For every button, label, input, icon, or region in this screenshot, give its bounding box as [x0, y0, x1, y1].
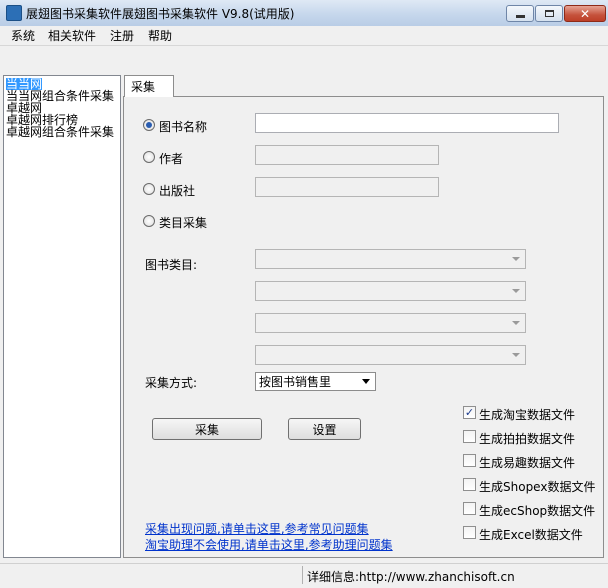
checkbox-eachnet-label: 生成易趣数据文件 [479, 456, 576, 470]
close-icon: ✕ [579, 6, 591, 21]
category-select-4[interactable] [255, 345, 526, 365]
minimize-button[interactable] [506, 5, 534, 22]
radio-category[interactable] [143, 215, 155, 227]
menu-separator [0, 45, 608, 46]
mode-select-value: 按图书销售里 [259, 375, 332, 389]
mode-select[interactable]: 按图书销售里 [255, 372, 376, 391]
collect-button[interactable]: 采集 [152, 418, 262, 440]
status-text: 详细信息:http://www.zhanchisoft.cn [307, 570, 515, 584]
mode-label: 采集方式: [145, 376, 198, 390]
checkbox-shopex-label: 生成Shopex数据文件 [479, 480, 596, 494]
radio-author[interactable] [143, 151, 155, 163]
category-select-3[interactable] [255, 313, 526, 333]
radio-publisher-label: 出版社 [159, 184, 196, 198]
radio-author-label: 作者 [159, 152, 184, 166]
checkbox-paipai[interactable] [463, 430, 476, 443]
checkbox-paipai-label: 生成拍拍数据文件 [479, 432, 576, 446]
checkbox-excel[interactable] [463, 526, 476, 539]
assistant-faq-link[interactable]: 淘宝助理不会使用,请单击这里,参考助理问题集 [145, 536, 393, 553]
chevron-down-icon [512, 257, 520, 261]
checkbox-ecshop-label: 生成ecShop数据文件 [479, 504, 596, 518]
faq-link[interactable]: 采集出现问题,请单击这里,参考常见问题集 [145, 520, 369, 537]
radio-publisher[interactable] [143, 183, 155, 195]
category-select-1[interactable] [255, 249, 526, 269]
close-button[interactable]: ✕ [564, 5, 606, 22]
window-title: 展翅图书采集软件展翅图书采集软件 V9.8(试用版) [26, 7, 295, 21]
radio-book-title[interactable] [143, 119, 155, 131]
maximize-icon [544, 10, 554, 17]
status-bar [0, 563, 608, 588]
chevron-down-icon [362, 379, 370, 384]
author-input[interactable] [255, 145, 439, 165]
tree-item-joyo-combo[interactable]: 卓越网组合条件采集 [6, 126, 114, 138]
maximize-button[interactable] [535, 5, 563, 22]
settings-button[interactable]: 设置 [288, 418, 361, 440]
menu-help[interactable]: 帮助 [148, 27, 172, 44]
checkbox-taobao-label: 生成淘宝数据文件 [479, 408, 576, 422]
tab-collect[interactable]: 采集 [124, 75, 174, 97]
checkbox-shopex[interactable] [463, 478, 476, 491]
checkbox-excel-label: 生成Excel数据文件 [479, 528, 583, 542]
publisher-input[interactable] [255, 177, 439, 197]
category-label: 图书类目: [145, 258, 198, 272]
book-title-input[interactable] [255, 113, 559, 133]
status-divider [302, 566, 303, 584]
radio-category-label: 类目采集 [159, 216, 208, 230]
menu-register[interactable]: 注册 [110, 27, 134, 44]
menu-related-software[interactable]: 相关软件 [48, 27, 96, 44]
menu-system[interactable]: 系统 [11, 27, 35, 44]
checkbox-eachnet[interactable] [463, 454, 476, 467]
app-icon [6, 5, 22, 21]
chevron-down-icon [512, 321, 520, 325]
checkbox-ecshop[interactable] [463, 502, 476, 515]
minimize-icon [515, 15, 525, 18]
source-tree[interactable]: 当当网 当当网组合条件采集 卓越网 卓越网排行榜 卓越网组合条件采集 [3, 75, 121, 558]
radio-book-title-label: 图书名称 [159, 120, 208, 134]
chevron-down-icon [512, 353, 520, 357]
chevron-down-icon [512, 289, 520, 293]
checkbox-taobao[interactable]: ✓ [463, 406, 476, 419]
tab-collect-label: 采集 [131, 80, 156, 94]
category-select-2[interactable] [255, 281, 526, 301]
